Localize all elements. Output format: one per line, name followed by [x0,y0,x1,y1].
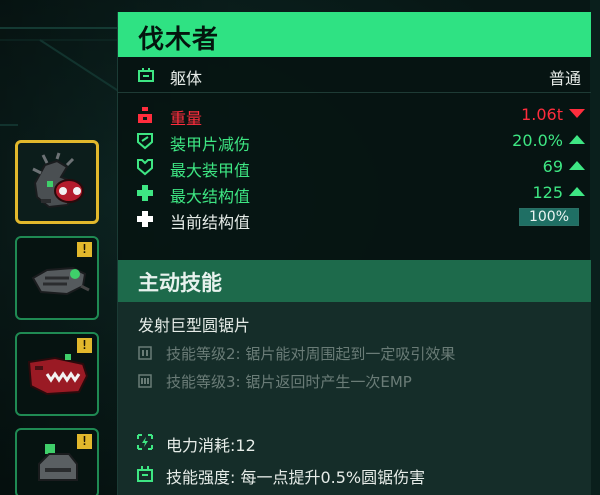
trend-up-icon [569,161,585,170]
chassis-icon [138,68,154,82]
trend-down-icon [569,109,585,118]
lumberjack-part-icon [32,152,84,209]
stat-list: 重量 1.06t 装甲片减伤 20.0% 最大装甲值 69 最大结构值 125 … [118,102,591,232]
stat-label: 最大结构值 [170,187,251,206]
level-2-icon [138,346,152,360]
chassis-icon [137,466,153,482]
active-skill-header: 主动技能 [118,260,591,302]
part-class-label: 躯体 [170,69,203,88]
trend-up-icon [569,135,585,144]
power-icon [137,434,153,450]
level-3-icon [138,374,152,388]
stat-row-max-structure: 最大结构值 125 [118,180,591,206]
stat-label: 当前结构值 [170,213,251,232]
warning-badge: ! [77,434,92,449]
warning-badge: ! [77,242,92,257]
stat-value: 1.06t [521,105,563,124]
active-skill-header-label: 主动技能 [138,271,222,295]
active-skill-section: 主动技能 发射巨型圆锯片 技能等级2: 锯片能对周围起到一定吸引效果 技能等级3… [118,260,591,495]
skill-level-2-text: 技能等级2: 锯片能对周围起到一定吸引效果 [166,345,456,363]
part-class-row: 躯体 普通 [118,57,591,93]
skill-strength-text: 技能强度: 每一点提升0.5%圆锯伤害 [166,468,426,487]
part-title: 伐木者 [138,25,220,55]
stat-label: 重量 [170,109,203,128]
stat-value: 69 [542,157,563,176]
stat-label: 装甲片减伤 [170,135,251,154]
equipment-slot-shark-jaw[interactable]: ! [15,332,99,416]
stat-value: 125 [532,183,563,202]
shield-icon [137,133,153,150]
plus-icon [137,185,153,201]
warning-badge: ! [77,338,92,353]
stat-row-armor-reduction: 装甲片减伤 20.0% [118,128,591,154]
active-skill-name: 发射巨型圆锯片 [138,316,251,335]
part-class-value: 普通 [548,69,581,88]
plus-white-icon [137,211,153,227]
stat-row-weight: 重量 1.06t [118,102,591,128]
stat-label: 最大装甲值 [170,161,251,180]
power-consumption-text: 电力消耗:12 [166,436,256,455]
structure-bar-value: 100% [528,209,570,225]
part-info-panel: 伐木者 躯体 普通 重量 1.06t 装甲片减伤 20.0% 最大装甲值 69 … [117,12,591,495]
stat-row-current-structure: 当前结构值 100% [118,206,591,232]
stat-value: 20.0% [512,131,563,150]
structure-bar: 100% [519,208,579,226]
weight-icon [138,107,152,123]
background-edge [590,0,600,495]
armor-icon [137,159,153,176]
title-bar: 伐木者 [118,12,591,57]
equipment-slot-drone[interactable]: ! [15,236,99,320]
stat-row-max-armor: 最大装甲值 69 [118,154,591,180]
equipment-slot-turret[interactable]: ! [15,428,99,495]
skill-level-3-text: 技能等级3: 锯片返回时产生一次EMP [166,373,412,391]
trend-up-icon [569,187,585,196]
equipment-slot-selected[interactable] [15,140,99,224]
